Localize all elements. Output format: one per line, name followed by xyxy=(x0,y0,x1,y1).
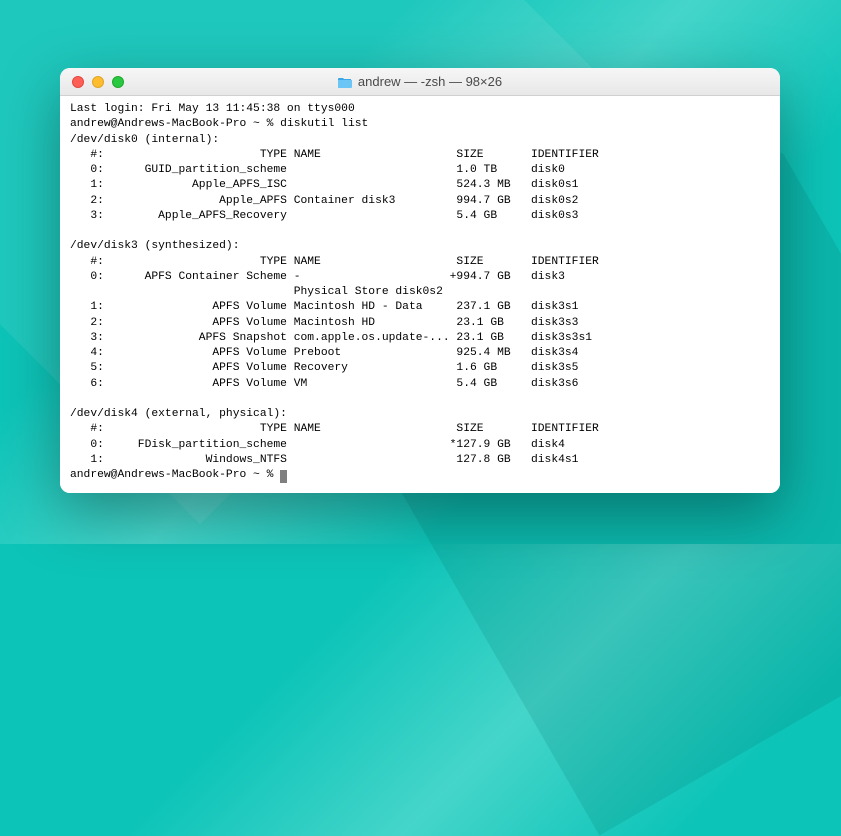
folder-icon xyxy=(338,76,352,88)
terminal-window: andrew — -zsh — 98×26 Last login: Fri Ma… xyxy=(60,68,780,493)
last-login-line: Last login: Fri May 13 11:45:38 on ttys0… xyxy=(70,102,770,117)
window-title: andrew — -zsh — 98×26 xyxy=(60,74,780,89)
prompt: andrew@Andrews-MacBook-Pro ~ % xyxy=(70,117,280,132)
output-block: /dev/disk0 (internal): #: TYPE NAME SIZE… xyxy=(70,133,770,469)
typed-command: diskutil list xyxy=(280,117,368,132)
close-button[interactable] xyxy=(72,76,84,88)
command-line: andrew@Andrews-MacBook-Pro ~ % diskutil … xyxy=(70,117,770,132)
terminal-body[interactable]: Last login: Fri May 13 11:45:38 on ttys0… xyxy=(60,96,780,493)
titlebar[interactable]: andrew — -zsh — 98×26 xyxy=(60,68,780,96)
traffic-lights xyxy=(60,76,124,88)
prompt: andrew@Andrews-MacBook-Pro ~ % xyxy=(70,468,280,483)
active-prompt[interactable]: andrew@Andrews-MacBook-Pro ~ % xyxy=(70,468,770,483)
maximize-button[interactable] xyxy=(112,76,124,88)
window-title-text: andrew — -zsh — 98×26 xyxy=(358,74,502,89)
minimize-button[interactable] xyxy=(92,76,104,88)
cursor xyxy=(280,470,287,483)
